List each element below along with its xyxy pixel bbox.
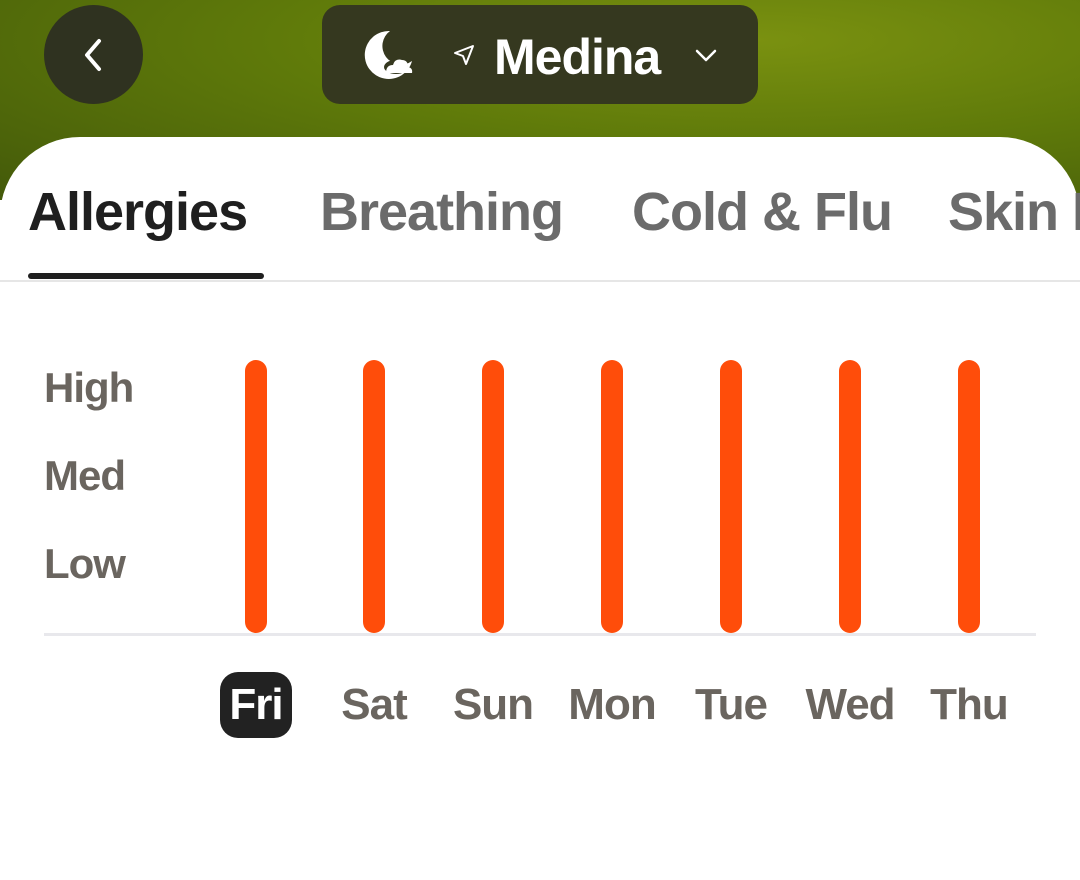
category-tabs: Allergies Breathing Cold & Flu Skin Heal… bbox=[0, 137, 1080, 282]
day-label-wed[interactable]: Wed bbox=[795, 672, 905, 738]
y-axis-label-med: Med bbox=[44, 452, 126, 499]
location-name: Medina bbox=[494, 29, 661, 85]
bar-sun[interactable] bbox=[482, 360, 504, 633]
day-label-sun[interactable]: Sun bbox=[445, 672, 541, 738]
tab-allergies[interactable]: Allergies bbox=[28, 181, 248, 243]
location-selector[interactable]: Medina bbox=[322, 5, 758, 104]
chevron-left-icon bbox=[84, 38, 101, 71]
navigation-arrow-icon bbox=[454, 45, 474, 65]
bar-fri[interactable] bbox=[245, 360, 267, 633]
tab-breathing[interactable]: Breathing bbox=[320, 181, 564, 243]
day-label-tue[interactable]: Tue bbox=[685, 672, 777, 738]
chevron-down-icon bbox=[695, 49, 717, 62]
tabs-divider bbox=[0, 280, 1080, 282]
day-label-fri[interactable]: Fri bbox=[220, 672, 292, 738]
active-tab-indicator bbox=[28, 273, 264, 279]
bar-wed[interactable] bbox=[839, 360, 861, 633]
y-axis-label-low: Low bbox=[44, 540, 126, 587]
back-button[interactable] bbox=[44, 5, 143, 104]
tab-skin-health[interactable]: Skin Health bbox=[948, 181, 1080, 243]
chart-baseline bbox=[44, 633, 1036, 636]
tab-cold-flu[interactable]: Cold & Flu bbox=[632, 181, 893, 243]
moon-cloud-icon bbox=[364, 30, 413, 79]
bar-thu[interactable] bbox=[958, 360, 980, 633]
bar-mon[interactable] bbox=[601, 360, 623, 633]
day-label-mon[interactable]: Mon bbox=[558, 672, 666, 738]
bar-tue[interactable] bbox=[720, 360, 742, 633]
day-label-thu[interactable]: Thu bbox=[921, 672, 1017, 738]
y-axis-label-high: High bbox=[44, 364, 134, 411]
day-label-sat[interactable]: Sat bbox=[332, 672, 416, 738]
bar-sat[interactable] bbox=[363, 360, 385, 633]
